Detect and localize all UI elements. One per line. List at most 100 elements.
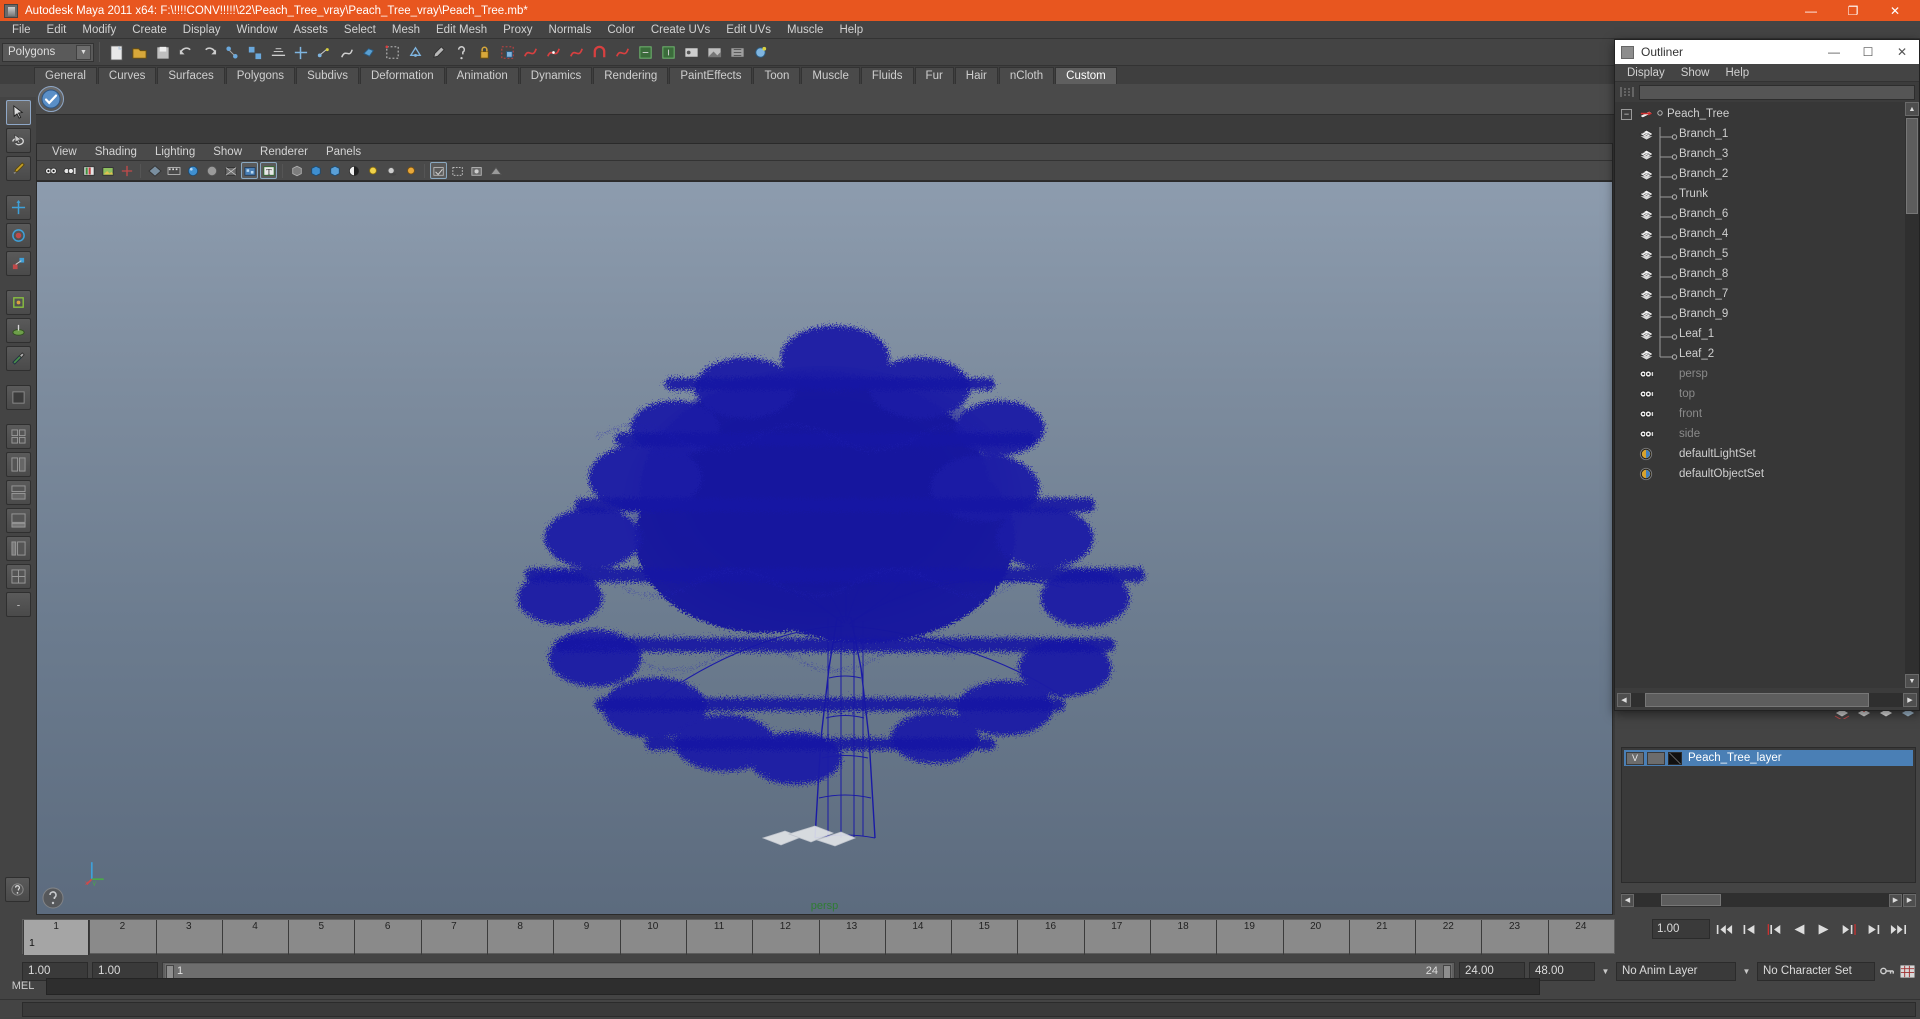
component-hull-icon[interactable]: [382, 42, 403, 63]
shelf-tab-custom[interactable]: Custom: [1055, 67, 1117, 84]
snap-curve-icon[interactable]: [520, 42, 541, 63]
move-tool[interactable]: [5, 195, 31, 220]
h-scroll-track[interactable]: [1631, 692, 1903, 707]
snap-view-plane-icon[interactable]: [566, 42, 587, 63]
outliner-menu-help[interactable]: Help: [1718, 67, 1758, 79]
layout-persp-graph[interactable]: [5, 508, 31, 533]
render-current-frame-icon[interactable]: [681, 42, 702, 63]
undo-icon[interactable]: [175, 42, 196, 63]
book-icon[interactable]: [80, 162, 97, 179]
hardware-texturing-icon[interactable]: [345, 162, 362, 179]
scale-tool[interactable]: [5, 251, 31, 276]
outliner-maximize-button[interactable]: ☐: [1851, 40, 1885, 64]
layer-scroll-thumb[interactable]: [1661, 894, 1721, 906]
layer-visibility-toggle[interactable]: V: [1626, 751, 1644, 765]
layout-more[interactable]: -: [5, 592, 31, 617]
component-uv-icon[interactable]: [359, 42, 380, 63]
open-scene-icon[interactable]: [129, 42, 150, 63]
smooth-shade-all-icon[interactable]: [184, 162, 201, 179]
scroll-right-icon-2[interactable]: ▶: [1903, 893, 1916, 907]
shelf-tab-rendering[interactable]: Rendering: [593, 67, 669, 84]
h-scroll-left-icon[interactable]: ◀: [1617, 692, 1631, 707]
layer-horizontal-scrollbar[interactable]: ◀ ▶ ▶: [1621, 893, 1916, 907]
layout-four-view[interactable]: [5, 424, 31, 449]
time-slider[interactable]: 1 1 2 3 4 5 6 7 8 9 10 11 12 13 14 15 16 17 18 19 20 21 22 23 2…: [22, 919, 1615, 955]
menu-item-proxy[interactable]: Proxy: [495, 21, 540, 39]
menu-item-edit-mesh[interactable]: Edit Mesh: [428, 21, 495, 39]
lock-icon[interactable]: [474, 42, 495, 63]
save-scene-icon[interactable]: [152, 42, 173, 63]
menu-item-muscle[interactable]: Muscle: [779, 21, 831, 39]
soft-modification-tool[interactable]: [5, 318, 31, 343]
shelf-tab-subdivs[interactable]: Subdivs: [296, 67, 359, 84]
layout-outliner-persp[interactable]: [5, 536, 31, 561]
outliner-row-branch_1[interactable]: Branch_1: [1615, 124, 1905, 147]
component-vertex-icon[interactable]: [290, 42, 311, 63]
scroll-up-icon[interactable]: ▲: [1905, 102, 1919, 116]
layout-persp-outliner[interactable]: [5, 452, 31, 477]
viewport-menu-show[interactable]: Show: [204, 146, 251, 158]
select-by-hierarchy-icon[interactable]: [221, 42, 242, 63]
show-hide-icon[interactable]: [658, 42, 679, 63]
shelf-tab-surfaces[interactable]: Surfaces: [157, 67, 225, 84]
select-by-object-icon[interactable]: [244, 42, 265, 63]
outliner-row-leaf_2[interactable]: Leaf_2: [1615, 344, 1905, 364]
outliner-search-input[interactable]: [1639, 84, 1915, 100]
textured-shading-icon[interactable]: [241, 162, 258, 179]
selection-mode-dropdown[interactable]: Polygons ▼: [2, 42, 94, 62]
universal-manipulator-tool[interactable]: [5, 290, 31, 315]
exposure-icon[interactable]: [487, 162, 504, 179]
viewport-menu-shading[interactable]: Shading: [86, 146, 146, 158]
paint-select-status-icon[interactable]: [428, 42, 449, 63]
outliner-row-branch_5[interactable]: Branch_5: [1615, 244, 1905, 267]
outliner-menu-show[interactable]: Show: [1673, 67, 1718, 79]
expand-collapse-icon[interactable]: −: [1621, 108, 1632, 120]
help-tool[interactable]: [5, 877, 30, 902]
go-to-start-button[interactable]: [1712, 919, 1735, 939]
play-forwards-button[interactable]: [1812, 919, 1835, 939]
outliner-horizontal-scrollbar[interactable]: ◀ ▶: [1615, 689, 1919, 710]
viewport-help-icon[interactable]: [41, 886, 65, 910]
image-plane-icon[interactable]: [99, 162, 116, 179]
new-scene-icon[interactable]: [106, 42, 127, 63]
viewport-menu-panels[interactable]: Panels: [317, 146, 370, 158]
maximize-button[interactable]: ❐: [1832, 0, 1874, 21]
step-back-key-button[interactable]: [1737, 919, 1760, 939]
select-by-component-icon[interactable]: [267, 42, 288, 63]
shelf-custom-button[interactable]: [38, 86, 64, 112]
render-region-icon[interactable]: [449, 162, 466, 179]
step-back-frame-button[interactable]: [1762, 919, 1785, 939]
menu-item-modify[interactable]: Modify: [74, 21, 124, 39]
outliner-row-front[interactable]: front: [1615, 404, 1905, 424]
shelf-tab-deformation[interactable]: Deformation: [359, 67, 445, 84]
outliner-row-branch_2[interactable]: Branch_2: [1615, 164, 1905, 187]
filter-icon[interactable]: [1619, 85, 1635, 99]
mel-command-input[interactable]: [46, 977, 1540, 995]
outliner-scroll-thumb[interactable]: [1906, 118, 1918, 214]
paint-select-tool[interactable]: [5, 156, 31, 181]
isolate-select-icon[interactable]: [430, 162, 447, 179]
outliner-row-defaultlightset[interactable]: defaultLightSet: [1615, 444, 1905, 464]
layer-row[interactable]: V Peach_Tree_layer: [1624, 750, 1913, 766]
viewport-menu-view[interactable]: View: [43, 146, 86, 158]
layer-playback-toggle[interactable]: [1647, 751, 1665, 765]
step-forward-frame-button[interactable]: [1837, 919, 1860, 939]
shelf-tab-hair[interactable]: Hair: [954, 67, 998, 84]
shadows-icon[interactable]: [383, 162, 400, 179]
shelf-tab-general[interactable]: General: [34, 67, 97, 84]
scroll-down-icon[interactable]: ▼: [1905, 674, 1919, 688]
snap-point-icon[interactable]: [543, 42, 564, 63]
h-scroll-thumb[interactable]: [1645, 692, 1869, 707]
light-bulb-icon[interactable]: [364, 162, 381, 179]
chevron-down-icon[interactable]: ▼: [76, 44, 91, 60]
viewport-menu-renderer[interactable]: Renderer: [251, 146, 317, 158]
snap-magnet-icon[interactable]: [589, 42, 610, 63]
camera-attributes-icon[interactable]: [61, 162, 78, 179]
outliner-close-button[interactable]: ✕: [1885, 40, 1919, 64]
menu-item-color[interactable]: Color: [599, 21, 642, 39]
menu-item-assets[interactable]: Assets: [285, 21, 336, 39]
layout-hypershade[interactable]: [5, 480, 31, 505]
playback-speed-field[interactable]: 1.00: [1652, 919, 1710, 939]
redo-icon[interactable]: [198, 42, 219, 63]
select-tool[interactable]: [5, 100, 31, 125]
